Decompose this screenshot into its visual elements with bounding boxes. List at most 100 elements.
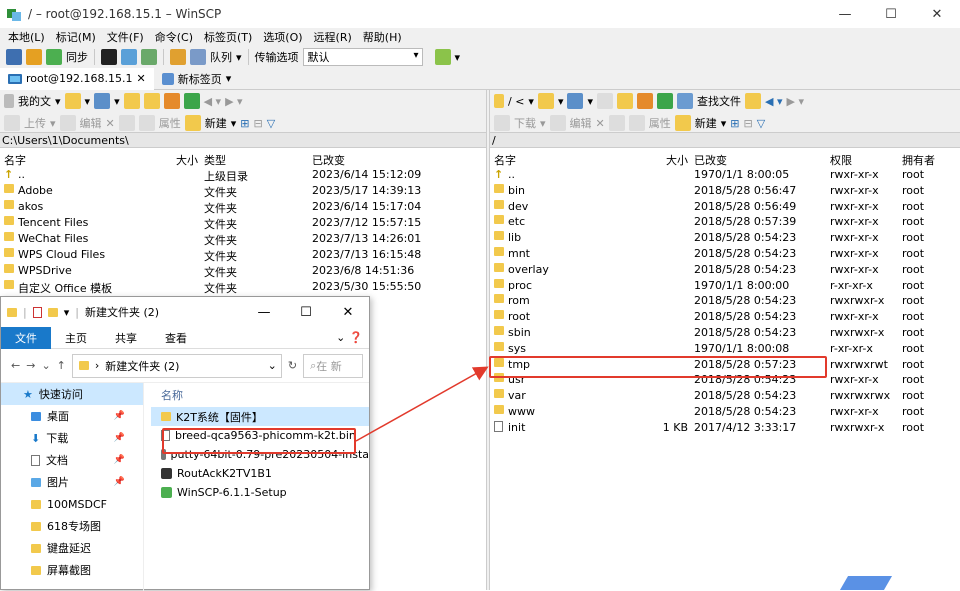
list-item[interactable]: WinSCP-6.1.1-Setup [151,483,369,502]
gear-icon[interactable] [170,49,186,65]
list-item[interactable]: RoutAckK2TV1B1 [151,464,369,483]
table-row[interactable]: rom 2018/5/28 0:54:23 rwxrwxr-x root [490,293,960,309]
table-row[interactable]: proc 1970/1/1 8:00:00 r-xr-xr-x root [490,278,960,294]
refresh-icon[interactable] [657,93,674,109]
col-size[interactable]: 大小 [666,152,688,168]
forward-icon[interactable]: ▶ ▾ [787,95,804,108]
ribbon-tab-file[interactable]: 文件 [1,326,51,349]
up-icon[interactable]: ↑ [57,359,66,372]
close-tab-icon[interactable]: ✕ [137,72,146,85]
pin-icon[interactable]: 📌 [114,477,125,487]
minimize-button[interactable]: — [822,0,868,28]
help-icon[interactable]: ❓ [349,327,369,349]
close-button[interactable]: ✕ [914,0,960,28]
ribbon-tab-home[interactable]: 主页 [51,327,101,349]
nav-item-100msdcf[interactable]: 100MSDCF [1,493,143,515]
nav-item-screenshots[interactable]: 屏幕截图 [1,559,143,581]
table-row[interactable]: 自定义 Office 模板 文件夹 2023/5/30 15:55:50 [0,279,486,295]
find-files-button[interactable]: 查找文件 [697,93,741,109]
address-bar[interactable]: › 新建文件夹 (2) ⌄ [71,353,282,378]
forward-icon[interactable]: → [26,359,35,372]
putty-icon[interactable] [121,49,137,65]
table-row[interactable]: akos 文件夹 2023/6/14 15:17:04 [0,199,486,215]
menu-local[interactable]: 本地(L) [0,29,48,45]
table-row[interactable]: WPS Cloud Files 文件夹 2023/7/13 16:15:48 [0,247,486,263]
forward-icon[interactable]: ▶ ▾ [225,95,242,108]
col-changed[interactable]: 已改变 [694,152,727,168]
nav-item-618[interactable]: 618专场图 [1,515,143,537]
properties-icon[interactable] [32,306,42,318]
col-type[interactable]: 类型 [204,152,226,168]
sync-browse-icon[interactable] [745,93,762,109]
new-button[interactable]: 新建 [205,115,227,131]
refresh-icon[interactable]: ↻ [288,359,297,372]
nav-item-pictures[interactable]: 图片 📌 [1,471,143,493]
remote-location-combo[interactable]: / < [508,95,524,108]
parent-dir-icon[interactable] [123,93,140,109]
table-row[interactable]: sys 1970/1/1 8:00:08 r-xr-xr-x root [490,341,960,357]
rename-icon[interactable] [118,115,135,131]
table-row[interactable]: var 2018/5/28 0:54:23 rwxrwxrwx root [490,388,960,404]
chevron-down-icon[interactable]: ▾ [587,95,593,108]
breadcrumb-chevron-icon[interactable]: › [95,359,99,372]
nav-item-downloads[interactable]: ⬇ 下载 📌 [1,427,143,449]
col-owner[interactable]: 拥有者 [902,152,935,168]
pin-icon[interactable]: 📌 [114,433,125,443]
nav-item-documents[interactable]: 文档 📌 [1,449,143,471]
console-icon[interactable] [101,49,117,65]
deselect-icon[interactable]: ⊟ [254,117,263,130]
table-row[interactable]: lib 2018/5/28 0:54:23 rwxr-xr-x root [490,230,960,246]
maximize-button[interactable]: ☐ [868,0,914,28]
root-dir-icon[interactable] [617,93,634,109]
local-location-combo[interactable]: 我的文 [18,93,51,109]
chevron-down-icon[interactable]: ⌄ [268,359,277,372]
menu-mark[interactable]: 标记(M) [48,29,99,45]
properties-button[interactable]: 属性 [649,115,671,131]
table-row[interactable]: ↑.. 1970/1/1 8:00:05 rwxr-xr-x root [490,167,960,183]
chevron-down-icon[interactable]: ▾ [558,95,564,108]
filter-icon[interactable] [94,93,111,109]
ribbon-tab-share[interactable]: 共享 [101,327,151,349]
queue-dropdown[interactable]: ▾ [236,51,242,64]
table-row[interactable]: etc 2018/5/28 0:57:39 rwxr-xr-x root [490,214,960,230]
menu-tabs[interactable]: 标签页(T) [196,29,255,45]
table-row[interactable]: Tencent Files 文件夹 2023/7/12 15:57:15 [0,215,486,231]
upload-button[interactable]: 上传 [24,115,46,131]
queue-button[interactable]: 队列 [210,49,232,65]
back-icon[interactable]: ◀ ▾ [204,95,221,108]
globe-dropdown[interactable]: ▾ [455,51,461,64]
menu-help[interactable]: 帮助(H) [355,29,405,45]
table-row[interactable]: overlay 2018/5/28 0:54:23 rwxr-xr-x root [490,262,960,278]
open-folder-icon[interactable] [537,93,554,109]
parent-dir-icon[interactable] [597,93,614,109]
home-icon[interactable] [637,93,654,109]
download-button[interactable]: 下载 [514,115,536,131]
delete-icon[interactable]: ✕ [596,117,605,130]
pin-icon[interactable]: 📌 [114,455,125,465]
col-rights[interactable]: 权限 [830,152,852,168]
menu-commands[interactable]: 命令(C) [147,29,196,45]
root-dir-icon[interactable] [143,93,160,109]
nav-item-quick-access[interactable]: ★ 快速访问 [1,383,143,405]
deselect-icon[interactable]: ⊟ [744,117,753,130]
edit-button[interactable]: 编辑 [570,115,592,131]
chevron-down-icon[interactable]: ▾ [231,117,237,130]
ribbon-tab-view[interactable]: 查看 [151,327,201,349]
chevron-down-icon[interactable]: ▾ [64,306,70,319]
back-icon[interactable]: ← [11,359,20,372]
chevron-down-icon[interactable]: ▾ [528,95,534,108]
open-folder-icon[interactable] [64,93,81,109]
edit-button[interactable]: 编辑 [80,115,102,131]
table-row[interactable]: root 2018/5/28 0:54:23 rwxr-xr-x root [490,309,960,325]
close-button[interactable]: ✕ [327,297,369,327]
col-name[interactable]: 名称 [151,383,369,407]
new-button[interactable]: 新建 [695,115,717,131]
table-row[interactable]: Adobe 文件夹 2023/5/17 14:39:13 [0,183,486,199]
chevron-down-icon[interactable]: ⌄ [41,359,50,372]
select-all-icon[interactable]: ⊞ [730,117,739,130]
col-name[interactable]: 名字 [494,152,516,168]
table-row[interactable]: mnt 2018/5/28 0:54:23 rwxr-xr-x root [490,246,960,262]
menu-options[interactable]: 选项(O) [255,29,305,45]
chevron-down-icon[interactable]: ▾ [55,95,61,108]
back-icon[interactable]: ◀ ▾ [765,95,782,108]
